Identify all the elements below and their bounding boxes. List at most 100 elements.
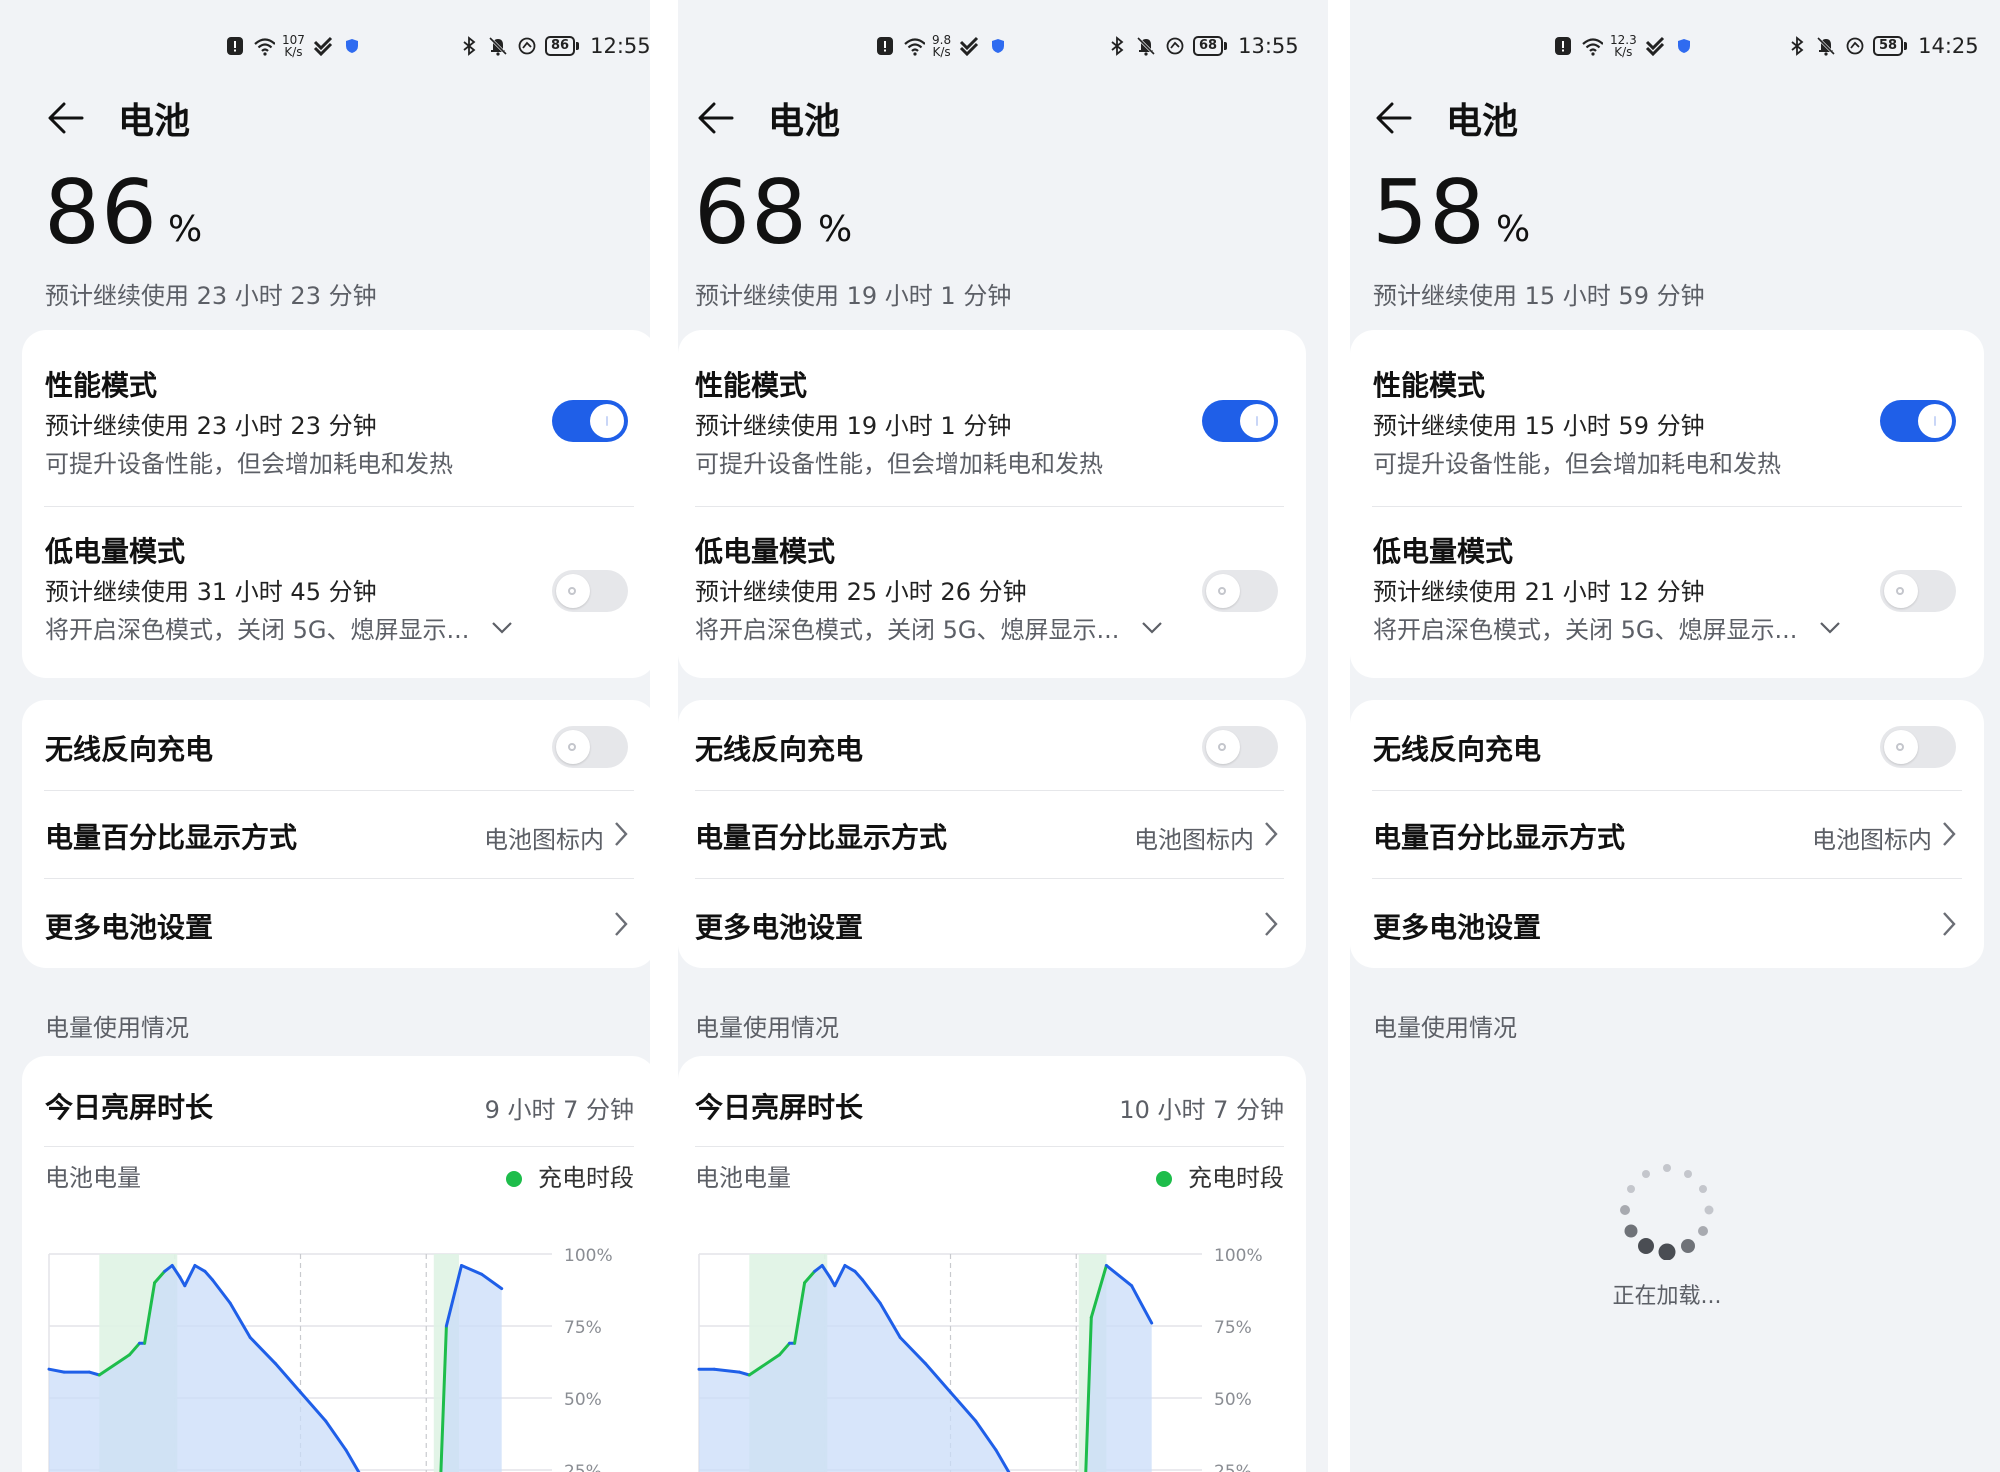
network-speed-unit: K/s	[284, 45, 303, 59]
back-arrow-icon[interactable]	[1374, 98, 1414, 138]
shield-icon	[1673, 35, 1695, 57]
percentage-display-value: 电池图标内	[484, 826, 604, 854]
more-battery-settings-row[interactable]: 更多电池设置	[1350, 878, 1984, 968]
charging-legend-dot	[1156, 1171, 1172, 1187]
status-bar-right: 68 13:55	[1106, 34, 1299, 58]
page-title: 电池	[1446, 101, 1519, 142]
low-power-mode-row[interactable]: 低电量模式 预计继续使用 21 小时 12 分钟 将开启深色模式，关闭 5G、熄…	[1350, 506, 1984, 678]
chevron-down-icon[interactable]	[490, 620, 514, 636]
low-power-mode-toggle[interactable]	[1880, 570, 1956, 612]
screen-time-label: 今日亮屏时长	[695, 1091, 864, 1124]
wireless-reverse-charging-toggle[interactable]	[552, 726, 628, 768]
low-power-mode-note: 将开启深色模式，关闭 5G、熄屏显示...	[1373, 616, 1798, 644]
hd-call-icon	[958, 35, 980, 57]
estimated-usage: 预计继续使用 15 小时 59 分钟	[1373, 282, 1705, 310]
percentage-display-row[interactable]: 电量百分比显示方式 电池图标内	[678, 790, 1306, 878]
chevron-right-icon	[1943, 912, 1956, 936]
settings-card: 无线反向充电 电量百分比显示方式 电池图标内 更多电池设置	[678, 700, 1306, 968]
performance-mode-estimate: 预计继续使用 15 小时 59 分钟	[1373, 412, 1705, 440]
percentage-display-row[interactable]: 电量百分比显示方式 电池图标内	[22, 790, 650, 878]
screen-time-value: 9 小时 7 分钟	[484, 1096, 634, 1124]
status-bar-left: 9.8 K/s	[874, 34, 1009, 58]
wireless-reverse-charging-toggle[interactable]	[1880, 726, 1956, 768]
mode-card: 性能模式 预计继续使用 23 小时 23 分钟 可提升设备性能，但会增加耗电和发…	[22, 330, 650, 678]
back-arrow-icon[interactable]	[46, 98, 86, 138]
performance-mode-note: 可提升设备性能，但会增加耗电和发热	[45, 450, 453, 478]
low-power-mode-toggle[interactable]	[552, 570, 628, 612]
charging-legend: 充电时段	[1156, 1158, 1284, 1193]
battery-icon: 68	[1193, 36, 1228, 56]
battery-percent-value: 58	[1372, 161, 1486, 264]
performance-mode-title: 性能模式	[695, 369, 808, 402]
wireless-reverse-charging-label: 无线反向充电	[1373, 733, 1542, 766]
wireless-reverse-charging-toggle[interactable]	[1202, 726, 1278, 768]
low-power-mode-estimate: 预计继续使用 31 小时 45 分钟	[45, 578, 377, 606]
chevron-right-icon	[1943, 822, 1956, 846]
chevron-down-icon[interactable]	[1140, 620, 1164, 636]
page-title: 电池	[118, 101, 191, 142]
charging-legend-label: 充电时段	[1188, 1164, 1284, 1192]
usage-card: 今日亮屏时长 10 小时 7 分钟 电池电量 充电时段 100% 75% 50% 25…	[678, 1056, 1306, 1472]
battery-screen-2: 9.8 K/s 68 13:55 电池 68 % 预计继续使用 19 小时 1 分…	[678, 0, 1328, 1472]
bluetooth-icon	[1106, 35, 1128, 57]
status-bar-left: 12.3 K/s	[1552, 34, 1695, 58]
back-arrow-icon[interactable]	[696, 98, 736, 138]
notification-alert-icon	[1552, 35, 1574, 57]
divider	[44, 1146, 634, 1147]
battery-percent-symbol: %	[817, 209, 853, 250]
performance-mode-toggle[interactable]	[1202, 400, 1278, 442]
wireless-reverse-charging-row[interactable]: 无线反向充电	[22, 700, 650, 790]
more-battery-settings-label: 更多电池设置	[695, 911, 864, 944]
battery-percent: 68 %	[694, 168, 852, 258]
performance-mode-toggle[interactable]	[552, 400, 628, 442]
performance-mode-row[interactable]: 性能模式 预计继续使用 23 小时 23 分钟 可提升设备性能，但会增加耗电和发…	[22, 330, 650, 506]
percentage-display-value: 电池图标内	[1812, 826, 1932, 854]
network-speed: 107 K/s	[282, 34, 305, 58]
network-speed: 9.8 K/s	[932, 34, 951, 58]
charging-legend: 充电时段	[506, 1158, 634, 1193]
low-power-mode-row[interactable]: 低电量模式 预计继续使用 31 小时 45 分钟 将开启深色模式，关闭 5G、熄…	[22, 506, 650, 678]
usage-section-title: 电量使用情况	[695, 1014, 839, 1042]
chevron-right-icon	[1265, 822, 1278, 846]
header: 电池	[696, 92, 840, 144]
performance-mode-title: 性能模式	[1373, 369, 1486, 402]
chevron-down-icon[interactable]	[1818, 620, 1842, 636]
header: 电池	[1374, 92, 1518, 144]
loading-indicator: 正在加载...	[1350, 1160, 1984, 1310]
wireless-reverse-charging-row[interactable]: 无线反向充电	[678, 700, 1306, 790]
battery-level-label: 电池电量	[695, 1164, 791, 1192]
wireless-reverse-charging-row[interactable]: 无线反向充电	[1350, 700, 1984, 790]
mute-bell-icon	[487, 35, 509, 57]
battery-icon: 58	[1873, 36, 1908, 56]
performance-mode-note: 可提升设备性能，但会增加耗电和发热	[1373, 450, 1781, 478]
mode-card: 性能模式 预计继续使用 15 小时 59 分钟 可提升设备性能，但会增加耗电和发…	[1350, 330, 1984, 678]
battery-level-text: 86	[545, 36, 576, 56]
performance-mode-toggle[interactable]	[1880, 400, 1956, 442]
page-title: 电池	[768, 101, 841, 142]
charging-legend-label: 充电时段	[538, 1164, 634, 1192]
low-power-mode-toggle[interactable]	[1202, 570, 1278, 612]
chevron-right-icon	[615, 912, 628, 936]
wifi-icon	[903, 35, 925, 57]
low-power-mode-row[interactable]: 低电量模式 预计继续使用 25 小时 26 分钟 将开启深色模式，关闭 5G、熄…	[678, 506, 1306, 678]
wifi-icon	[1581, 35, 1603, 57]
percentage-display-row[interactable]: 电量百分比显示方式 电池图标内	[1350, 790, 1984, 878]
nfc-icon	[516, 35, 538, 57]
battery-percent-value: 68	[694, 161, 808, 264]
more-battery-settings-row[interactable]: 更多电池设置	[678, 878, 1306, 968]
performance-mode-row[interactable]: 性能模式 预计继续使用 19 小时 1 分钟 可提升设备性能，但会增加耗电和发热	[678, 330, 1306, 506]
more-battery-settings-row[interactable]: 更多电池设置	[22, 878, 650, 968]
battery-percent: 86 %	[44, 168, 202, 258]
y-tick-label: 50%	[1214, 1390, 1252, 1410]
battery-screen-3: 12.3 K/s 58 14:25 电池 58 % 预计继续使用 15 小时 59…	[1350, 0, 2000, 1472]
low-power-mode-note: 将开启深色模式，关闭 5G、熄屏显示...	[45, 616, 470, 644]
y-tick-label: 75%	[564, 1318, 602, 1338]
wireless-reverse-charging-label: 无线反向充电	[695, 733, 864, 766]
mute-bell-icon	[1135, 35, 1157, 57]
performance-mode-note: 可提升设备性能，但会增加耗电和发热	[695, 450, 1103, 478]
hd-call-icon	[1644, 35, 1666, 57]
performance-mode-row[interactable]: 性能模式 预计继续使用 15 小时 59 分钟 可提升设备性能，但会增加耗电和发…	[1350, 330, 1984, 506]
y-tick-label: 100%	[1214, 1246, 1263, 1266]
battery-percent: 58 %	[1372, 168, 1530, 258]
network-speed: 12.3 K/s	[1610, 34, 1637, 58]
